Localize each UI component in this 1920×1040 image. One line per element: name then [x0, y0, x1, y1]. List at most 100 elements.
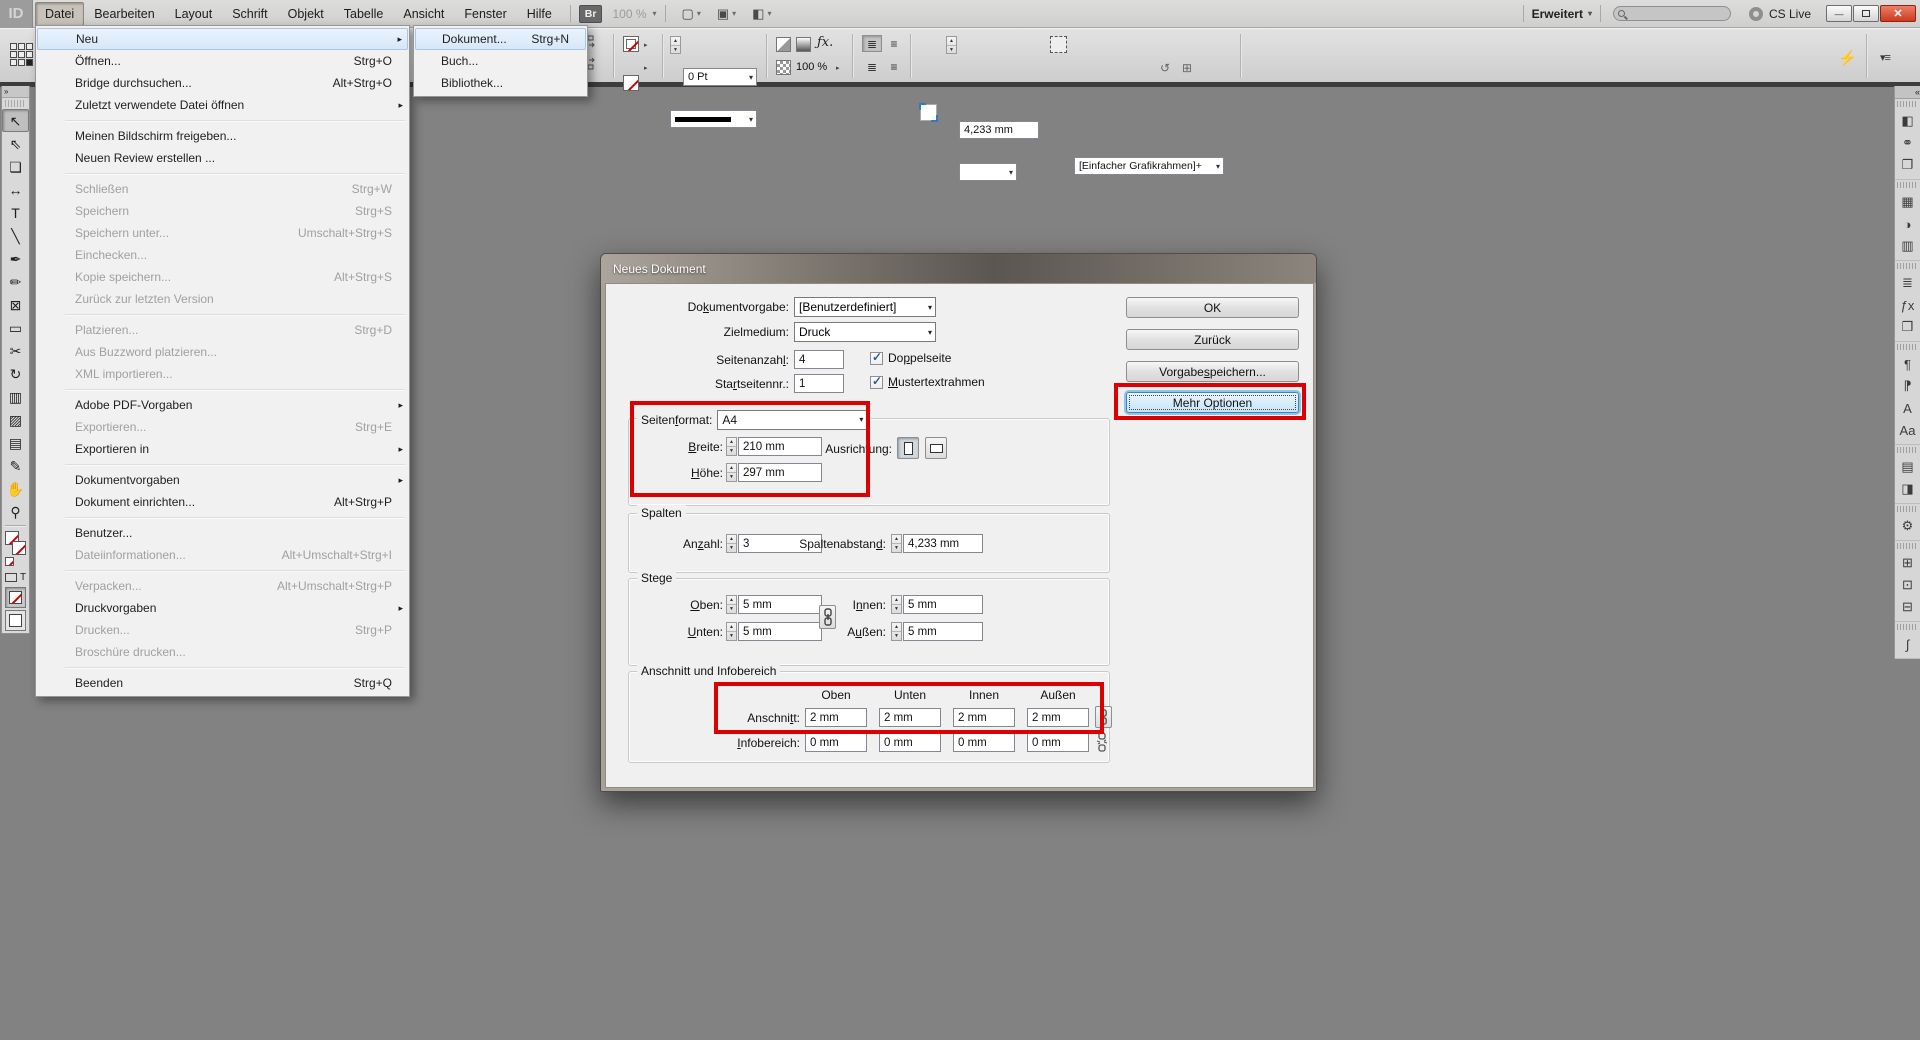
save-preset-button[interactable]: Vorgabe speichern...: [1126, 361, 1299, 382]
close-button[interactable]: ✕: [1880, 5, 1916, 22]
frame-tool[interactable]: ⊠: [2, 293, 29, 316]
workspace-switcher[interactable]: Erweitert ▾: [1532, 7, 1592, 21]
object-style-dropdown[interactable]: [Einfacher Grafikrahmen]+ ▾: [1074, 157, 1224, 175]
rectangle-tool[interactable]: ▭: [2, 316, 29, 339]
slug-input[interactable]: 0 mm: [879, 733, 941, 752]
menu-bearbeiten[interactable]: Bearbeiten: [84, 2, 164, 26]
dialog-title[interactable]: Neues Dokument: [601, 254, 1316, 283]
flyout-arrow-icon[interactable]: ▸: [644, 41, 648, 49]
panel-menu-icon[interactable]: ▾≡: [1880, 51, 1890, 64]
stroke-color-swatch[interactable]: [623, 36, 639, 52]
scripts-panel-icon[interactable]: ∫: [1895, 633, 1920, 655]
table-panel-icon[interactable]: ⊞: [1895, 552, 1920, 574]
master-text-frame-checkbox[interactable]: [870, 376, 883, 389]
minimize-button[interactable]: —: [1826, 5, 1852, 22]
align-justify-icon[interactable]: ≣: [862, 35, 882, 52]
default-colors-icon[interactable]: [5, 557, 14, 566]
bleed-input[interactable]: 2 mm: [953, 708, 1015, 727]
type-tool[interactable]: T: [2, 201, 29, 224]
margin-top-stepper[interactable]: ▲▼: [726, 595, 737, 614]
menu-item[interactable]: Speichern Strg+S: [37, 200, 408, 222]
orientation-portrait-button[interactable]: [897, 437, 919, 459]
apply-none-button[interactable]: [5, 587, 26, 608]
panel-grip[interactable]: [1897, 344, 1918, 350]
gradient-panel-icon[interactable]: ▥: [1895, 235, 1920, 257]
layers-panel-icon[interactable]: ◧: [1895, 110, 1920, 132]
bridge-button[interactable]: Br: [579, 5, 603, 23]
menu-item[interactable]: Verpacken... Alt+Umschalt+Strg+P: [37, 575, 408, 597]
slug-input[interactable]: 0 mm: [953, 733, 1015, 752]
effects-panel-icon[interactable]: ƒx: [1895, 294, 1920, 316]
drop-shadow-icon[interactable]: [776, 37, 791, 52]
collapse-dock-icon[interactable]: «: [1895, 86, 1920, 99]
menu-fenster[interactable]: Fenster: [454, 2, 516, 26]
stroke-panel-icon[interactable]: ≣: [1895, 272, 1920, 294]
panel-grip[interactable]: [1897, 506, 1918, 512]
menu-item[interactable]: Adobe PDF-Vorgaben ▸: [37, 394, 408, 416]
screen-mode-button[interactable]: ▣ ▾: [717, 6, 736, 22]
menu-item[interactable]: Bridge durchsuchen... Alt+Strg+O: [37, 72, 408, 94]
preset-dropdown[interactable]: [Benutzerdefiniert] ▾: [794, 297, 936, 317]
submenu-item[interactable]: Buch...: [415, 50, 586, 72]
menu-item[interactable]: Beenden Strg+Q: [37, 672, 408, 694]
menu-item[interactable]: Druckvorgaben ▸: [37, 597, 408, 619]
formatting-container-icon[interactable]: [5, 573, 17, 582]
orientation-landscape-button[interactable]: [925, 437, 947, 459]
margin-inside-stepper[interactable]: ▲▼: [891, 595, 902, 614]
pages-panel-icon[interactable]: ❐: [1895, 154, 1920, 176]
intent-dropdown[interactable]: Druck ▾: [794, 322, 936, 342]
menu-item[interactable]: Exportieren... Strg+E: [37, 416, 408, 438]
selection-tool[interactable]: ↖: [2, 109, 29, 132]
free-transform-tool[interactable]: ↻: [2, 362, 29, 385]
menu-item[interactable]: Meinen Bildschirm freigeben...: [37, 125, 408, 147]
align-top-icon[interactable]: ≡: [884, 35, 904, 52]
menu-item[interactable]: Einchecken...: [37, 244, 408, 266]
facing-pages-checkbox[interactable]: [870, 352, 883, 365]
view-options-button[interactable]: ▢ ▾: [682, 6, 701, 22]
menu-hilfe[interactable]: Hilfe: [517, 2, 562, 26]
menu-item[interactable]: Broschüre drucken...: [37, 641, 408, 663]
gradient-tool[interactable]: ▥: [2, 385, 29, 408]
direct-selection-tool[interactable]: ⇖: [2, 132, 29, 155]
preflight-panel-icon[interactable]: ⚙: [1895, 515, 1920, 537]
paragraph-styles-panel-icon[interactable]: ⁋: [1895, 375, 1920, 397]
menu-item[interactable]: Aus Buzzword platzieren...: [37, 341, 408, 363]
menu-item[interactable]: Neu ▸: [37, 28, 408, 50]
paragraph-panel-icon[interactable]: ¶: [1895, 353, 1920, 375]
menu-item[interactable]: Zuletzt verwendete Datei öffnen ▸: [37, 94, 408, 116]
collapse-panel-icon[interactable]: »: [2, 86, 29, 98]
slug-input[interactable]: 0 mm: [1027, 733, 1089, 752]
pages-input[interactable]: 4: [794, 350, 844, 369]
opacity-value[interactable]: 100 %: [796, 61, 827, 73]
gap-tool[interactable]: ↔: [2, 178, 29, 201]
lightning-icon[interactable]: ⚡: [1838, 49, 1857, 67]
flyout-arrow-icon[interactable]: ▸: [644, 64, 648, 72]
links-panel-icon[interactable]: ⚭: [1895, 132, 1920, 154]
object-style-icon[interactable]: [1050, 36, 1067, 53]
new-style-icon[interactable]: ⊞: [1182, 61, 1192, 75]
back-button[interactable]: Zurück: [1126, 329, 1299, 350]
bleed-input[interactable]: 2 mm: [1027, 708, 1089, 727]
height-stepper[interactable]: ▲▼: [726, 463, 737, 482]
menu-tabelle[interactable]: Tabelle: [334, 2, 394, 26]
menu-item[interactable]: Neuen Review erstellen ...: [37, 147, 408, 169]
character-styles-panel-icon[interactable]: Aa: [1895, 419, 1920, 441]
submenu-item[interactable]: Dokument... Strg+N: [415, 28, 586, 50]
stroke-style-dropdown[interactable]: ▾: [670, 110, 757, 128]
slug-broken-link-icon[interactable]: [1095, 732, 1109, 757]
panel-grip[interactable]: [1897, 182, 1918, 188]
pen-tool[interactable]: ✒: [2, 247, 29, 270]
frame-fitting-icon[interactable]: [920, 104, 937, 121]
panel-grip[interactable]: [5, 100, 26, 107]
scissors-tool[interactable]: ✂: [2, 339, 29, 362]
page-tool[interactable]: ❏: [2, 155, 29, 178]
clear-overrides-icon[interactable]: ↺: [1160, 61, 1170, 75]
character-panel-icon[interactable]: A: [1895, 397, 1920, 419]
menu-item[interactable]: Dateiinformationen... Alt+Umschalt+Strg+…: [37, 544, 408, 566]
pencil-tool[interactable]: ✏: [2, 270, 29, 293]
menu-item[interactable]: Exportieren in ▸: [37, 438, 408, 460]
submenu-item[interactable]: Bibliothek...: [415, 72, 586, 94]
gradient-swatch-icon[interactable]: [796, 37, 811, 52]
menu-item[interactable]: XML importieren...: [37, 363, 408, 385]
gradient-feather-tool[interactable]: ▨: [2, 408, 29, 431]
